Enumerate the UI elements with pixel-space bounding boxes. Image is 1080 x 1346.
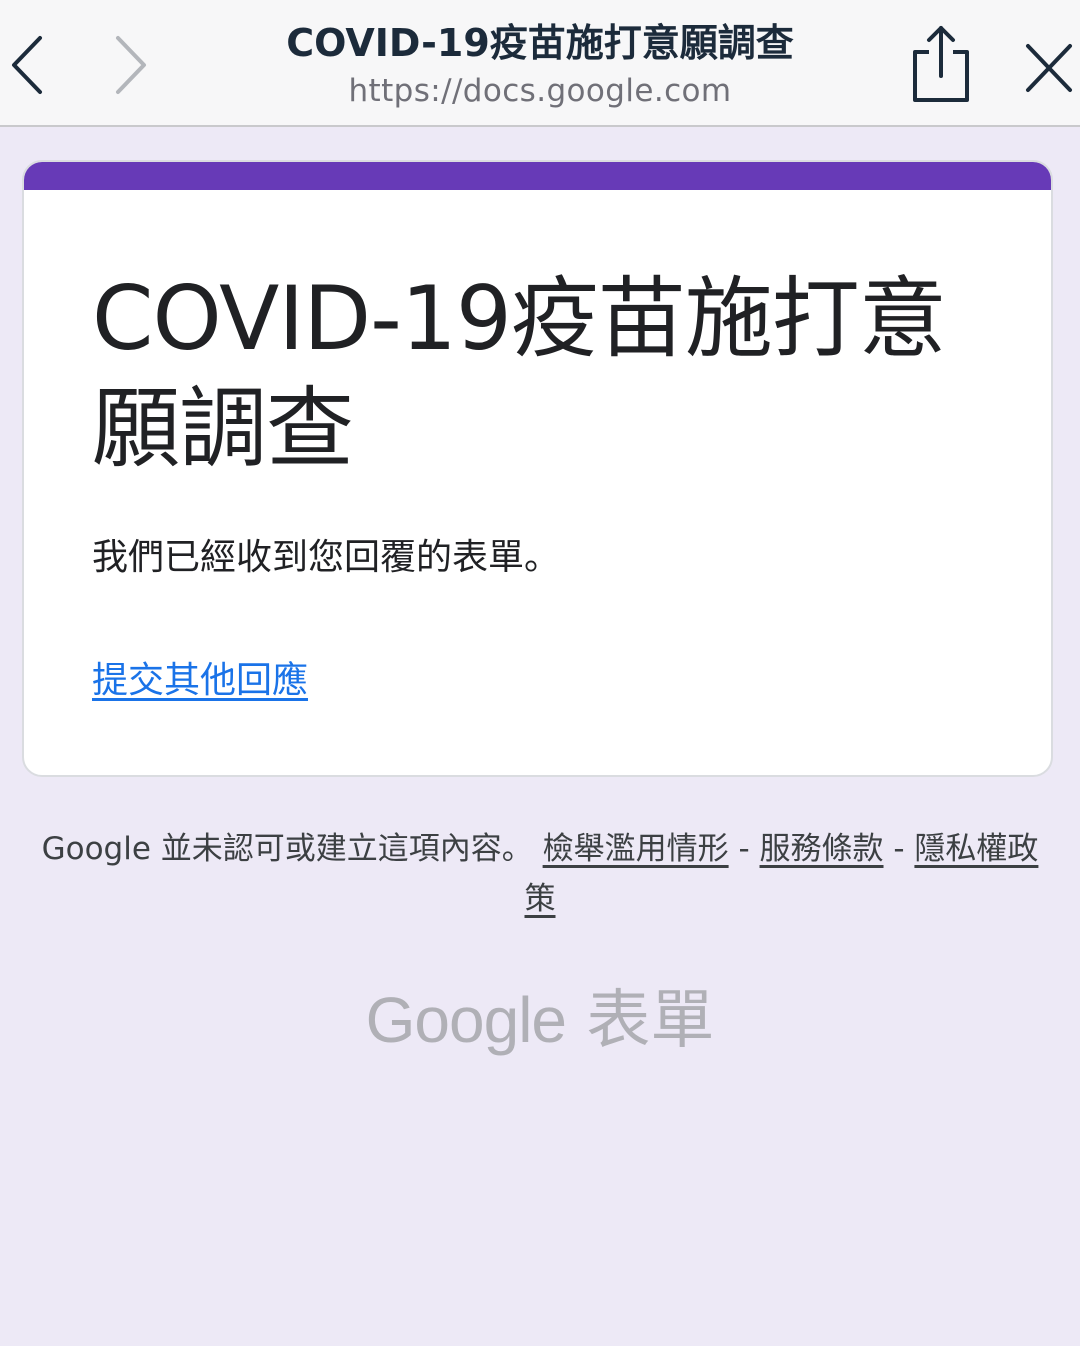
report-abuse-link[interactable]: 檢舉濫用情形 <box>543 831 729 867</box>
chevron-left-icon <box>12 36 42 94</box>
address-block[interactable]: COVID-19疫苗施打意願調查 https://docs.google.com <box>150 18 930 113</box>
back-button[interactable] <box>0 30 60 100</box>
footer: Google 並未認可或建立這項內容。 檢舉濫用情形 - 服務條款 - 隱私權政… <box>40 824 1040 924</box>
confirmation-message: 我們已經收到您回覆的表單。 <box>92 537 561 578</box>
footer-separator: - <box>738 831 750 867</box>
form-confirmation-card: COVID-19疫苗施打意願調查 我們已經收到您回覆的表單。 提交其他回應 <box>22 160 1053 777</box>
share-button[interactable] <box>905 24 977 106</box>
close-button[interactable] <box>1018 38 1080 100</box>
footer-disclaimer: Google 並未認可或建立這項內容。 <box>41 831 533 867</box>
page-url: https://docs.google.com <box>348 73 732 109</box>
forward-button[interactable] <box>98 30 158 100</box>
google-forms-logo[interactable]: Google 表單 <box>0 980 1080 1061</box>
chevron-right-icon <box>116 36 146 94</box>
page-title: COVID-19疫苗施打意願調查 <box>286 21 794 65</box>
forms-product-name: 表單 <box>586 984 715 1058</box>
form-title: COVID-19疫苗施打意願調查 <box>92 267 947 480</box>
share-icon <box>913 26 969 102</box>
google-wordmark: Google <box>365 984 567 1056</box>
browser-toolbar: COVID-19疫苗施打意願調查 https://docs.google.com <box>0 0 1080 127</box>
footer-separator: - <box>893 831 905 867</box>
terms-link[interactable]: 服務條款 <box>760 831 884 867</box>
card-accent-bar <box>24 162 1051 190</box>
close-icon <box>1026 44 1072 92</box>
submit-another-response-link[interactable]: 提交其他回應 <box>92 657 308 705</box>
